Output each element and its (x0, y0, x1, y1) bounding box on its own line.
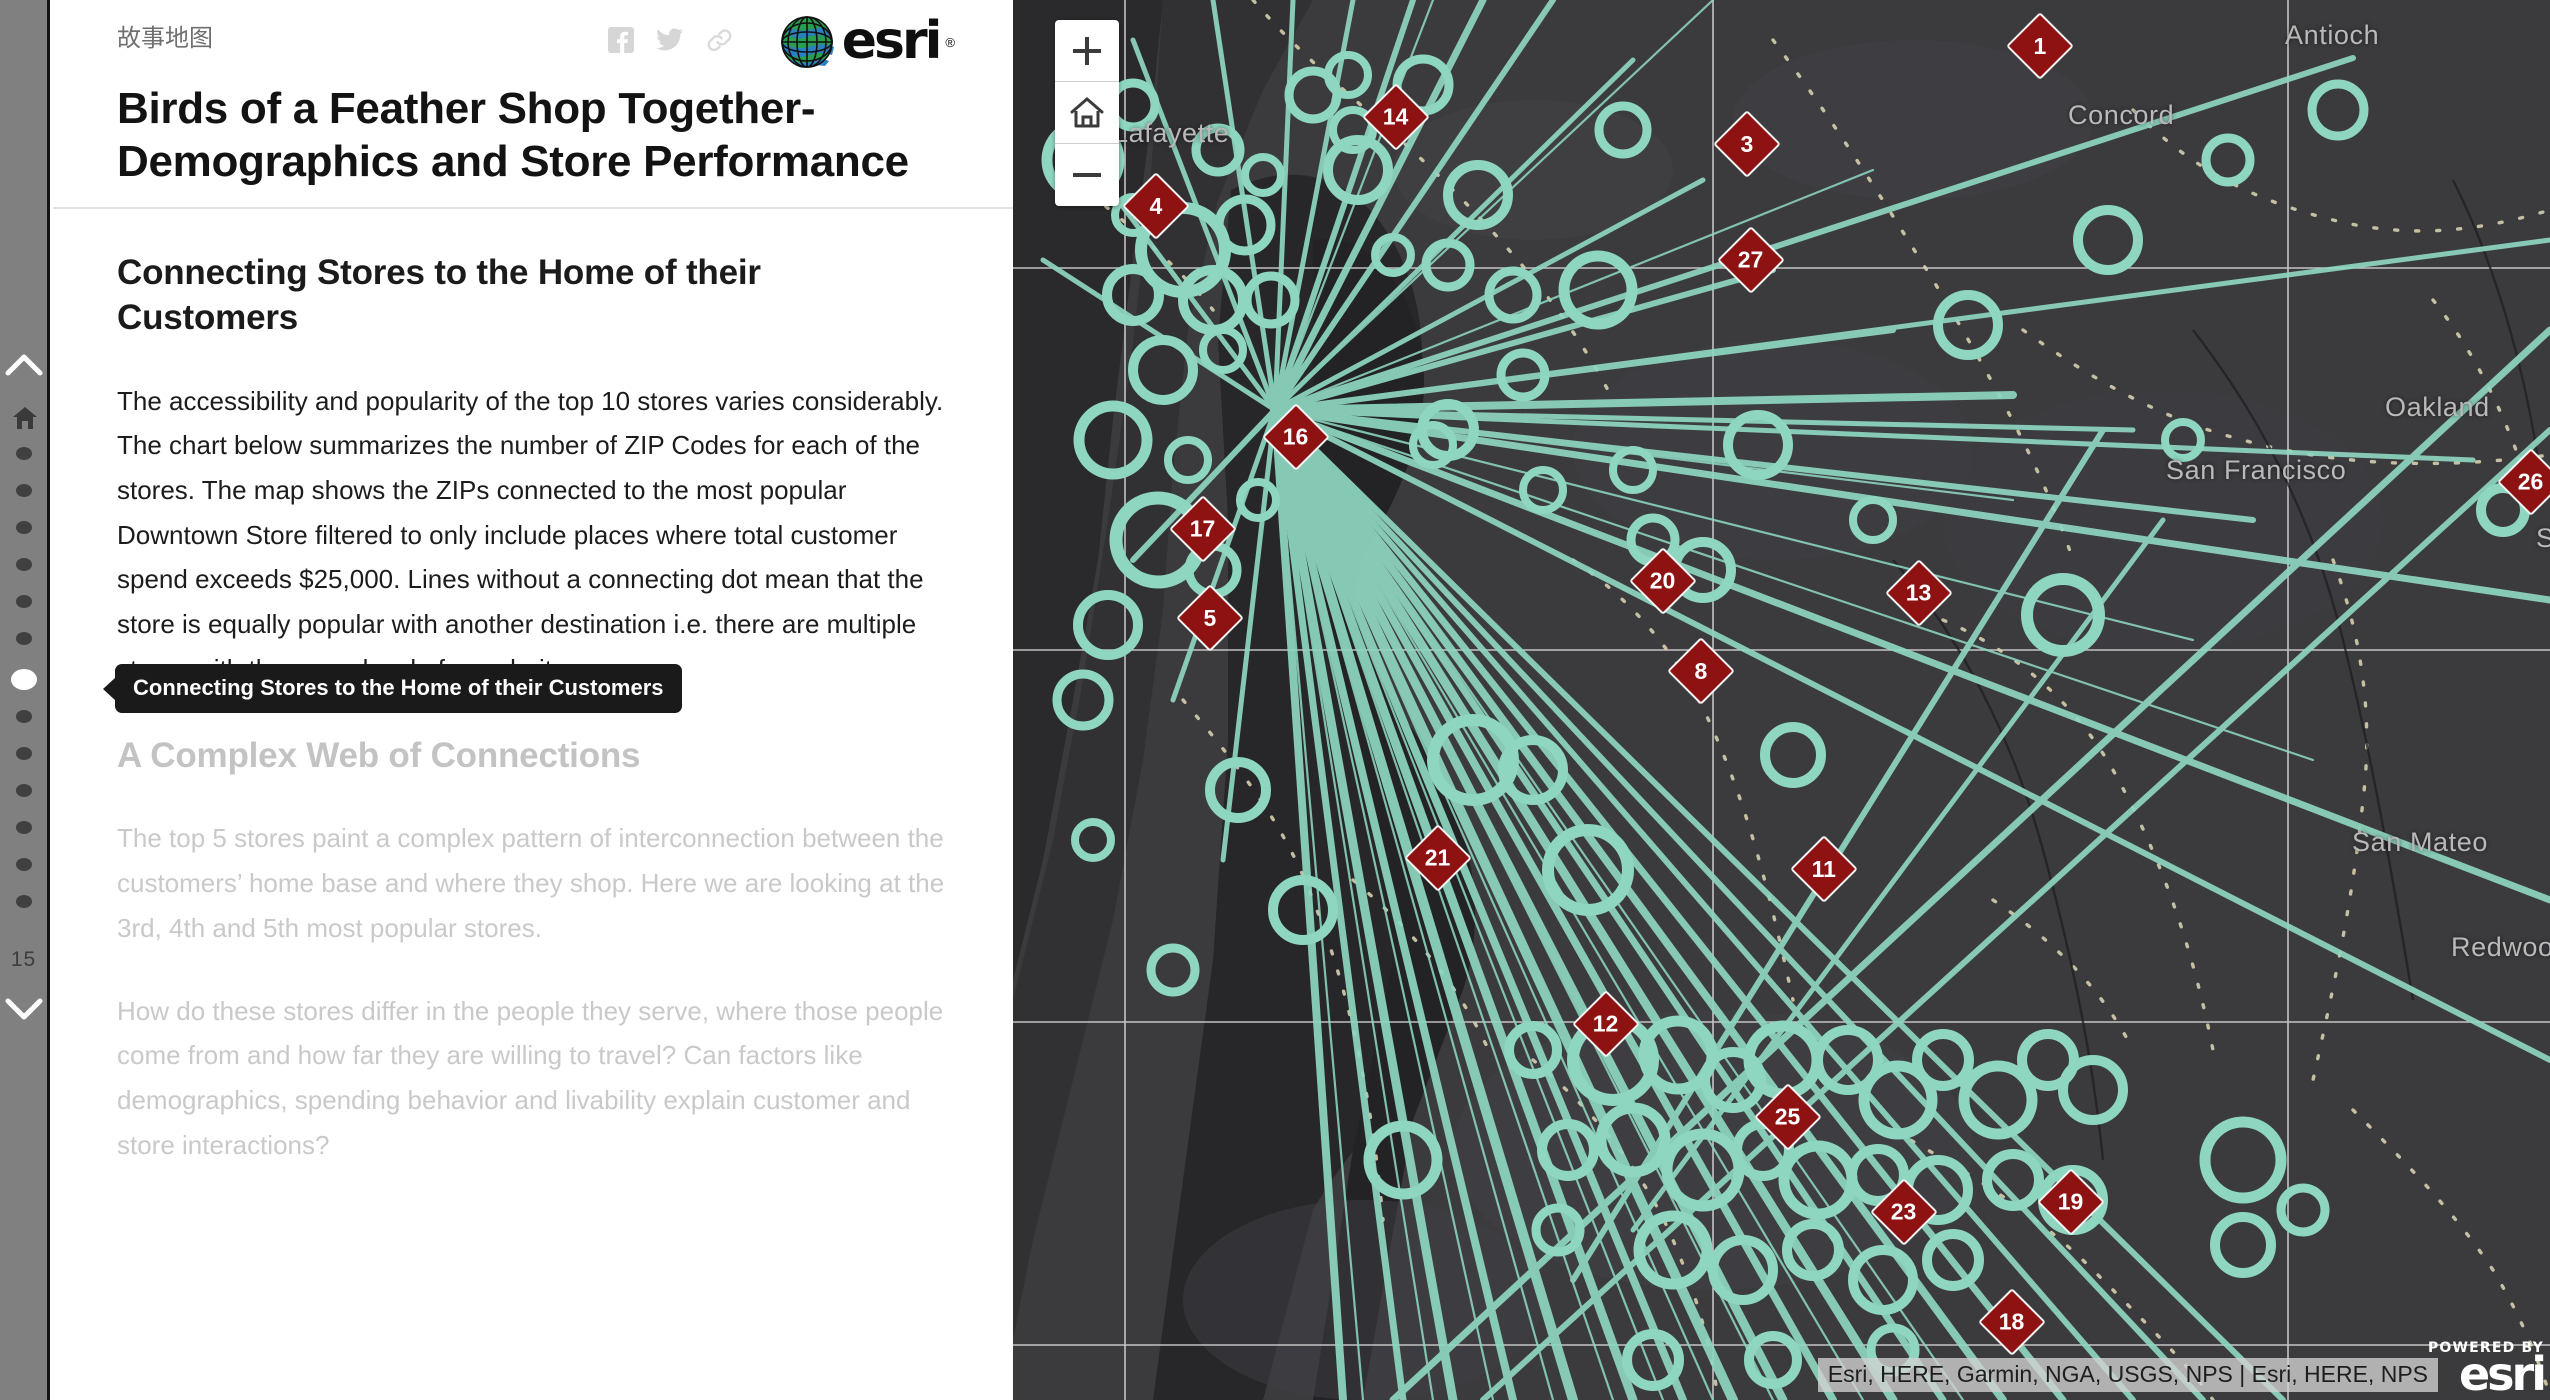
zoom-in-button[interactable] (1055, 20, 1119, 82)
marker-label: 13 (1906, 579, 1932, 606)
marker-label: 20 (1650, 567, 1676, 594)
section-paragraph-complex-web-1: The top 5 stores paint a complex pattern… (117, 823, 945, 943)
marker-label: 17 (1190, 515, 1216, 542)
marker-label: 18 (1999, 1308, 2025, 1335)
section-dot[interactable] (15, 632, 32, 645)
marker-label: 12 (1593, 1010, 1619, 1037)
marker-label: 23 (1891, 1198, 1917, 1225)
home-icon[interactable] (12, 405, 38, 431)
section-nav-tooltip: Connecting Stores to the Home of their C… (115, 664, 682, 713)
globe-icon (780, 16, 834, 68)
nav-scroll-up-button[interactable] (2, 345, 46, 389)
page-title: Birds of a Feather Shop Together- Demogr… (117, 83, 909, 187)
facebook-icon[interactable] (607, 26, 634, 58)
section-dot[interactable] (15, 821, 32, 834)
marker-label: 3 (1740, 130, 1754, 157)
section-dot[interactable] (15, 895, 32, 908)
twitter-icon[interactable] (655, 27, 684, 58)
section-count-label: 15 (10, 948, 37, 971)
marker-label: 21 (1425, 844, 1451, 871)
section-paragraph-complex-web-2: How do these stores differ in the people… (117, 995, 944, 1160)
marker-label: 1 (2033, 32, 2047, 59)
marker-label: 16 (1283, 423, 1309, 450)
section-dot[interactable] (15, 595, 32, 608)
section-dot[interactable] (15, 447, 32, 460)
section-dot-active[interactable] (10, 669, 37, 690)
marker-label: 27 (1738, 246, 1764, 273)
marker-label: 26 (2518, 468, 2544, 495)
home-extent-button[interactable] (1055, 82, 1119, 144)
home-icon (1070, 97, 1104, 127)
section-dot[interactable] (15, 858, 32, 871)
esri-logo[interactable]: esri ® (778, 14, 955, 70)
marker-label: 14 (1383, 103, 1409, 130)
map-zoom-controls (1055, 20, 1119, 206)
powered-by-brand: esri (2458, 1347, 2547, 1400)
minus-icon (1073, 173, 1101, 177)
marker-label: 4 (1149, 192, 1163, 219)
section-dot[interactable] (15, 784, 32, 797)
esri-wordmark: esri (841, 11, 943, 72)
map-graphics (1013, 0, 2550, 1400)
esri-registered-mark: ® (945, 34, 955, 50)
nav-scroll-down-button[interactable] (2, 985, 46, 1029)
marker-label: 5 (1203, 604, 1217, 631)
section-nav-rail: 15 (0, 0, 50, 1400)
powered-by-esri-logo: POWERED BY esri (2428, 1340, 2547, 1400)
section-paragraph-connecting-stores: The accessibility and popularity of the … (117, 385, 944, 684)
section-dot[interactable] (15, 484, 32, 497)
header-tools: esri ® (607, 14, 955, 70)
marker-label: 25 (1775, 1103, 1801, 1130)
story-panel: 故事地图 esri ® Birds of a Feather Shop Toge… (53, 0, 1013, 1400)
map-attribution: Esri, HERE, Garmin, NGA, USGS, NPS | Esr… (1817, 1358, 2438, 1392)
section-dot-list (0, 447, 47, 932)
marker-label: 11 (1811, 855, 1837, 882)
panel-header: 故事地图 esri ® Birds of a Feather Shop Toge… (53, 0, 1013, 209)
zoom-out-button[interactable] (1055, 144, 1119, 206)
plus-icon (1073, 36, 1101, 65)
section-heading-connecting-stores: Connecting Stores to the Home of their C… (117, 252, 761, 337)
marker-label: 8 (1694, 657, 1708, 684)
section-dot[interactable] (15, 558, 32, 571)
link-icon[interactable] (706, 27, 734, 58)
section-dot[interactable] (15, 747, 32, 760)
marker-label: 19 (2058, 1188, 2084, 1215)
map-canvas[interactable]: Antioch Concord Lafayette Oakland San Fr… (1013, 0, 2550, 1400)
section-dot[interactable] (15, 521, 32, 534)
section-dot[interactable] (15, 710, 32, 723)
section-heading-complex-web: A Complex Web of Connections (117, 735, 641, 775)
